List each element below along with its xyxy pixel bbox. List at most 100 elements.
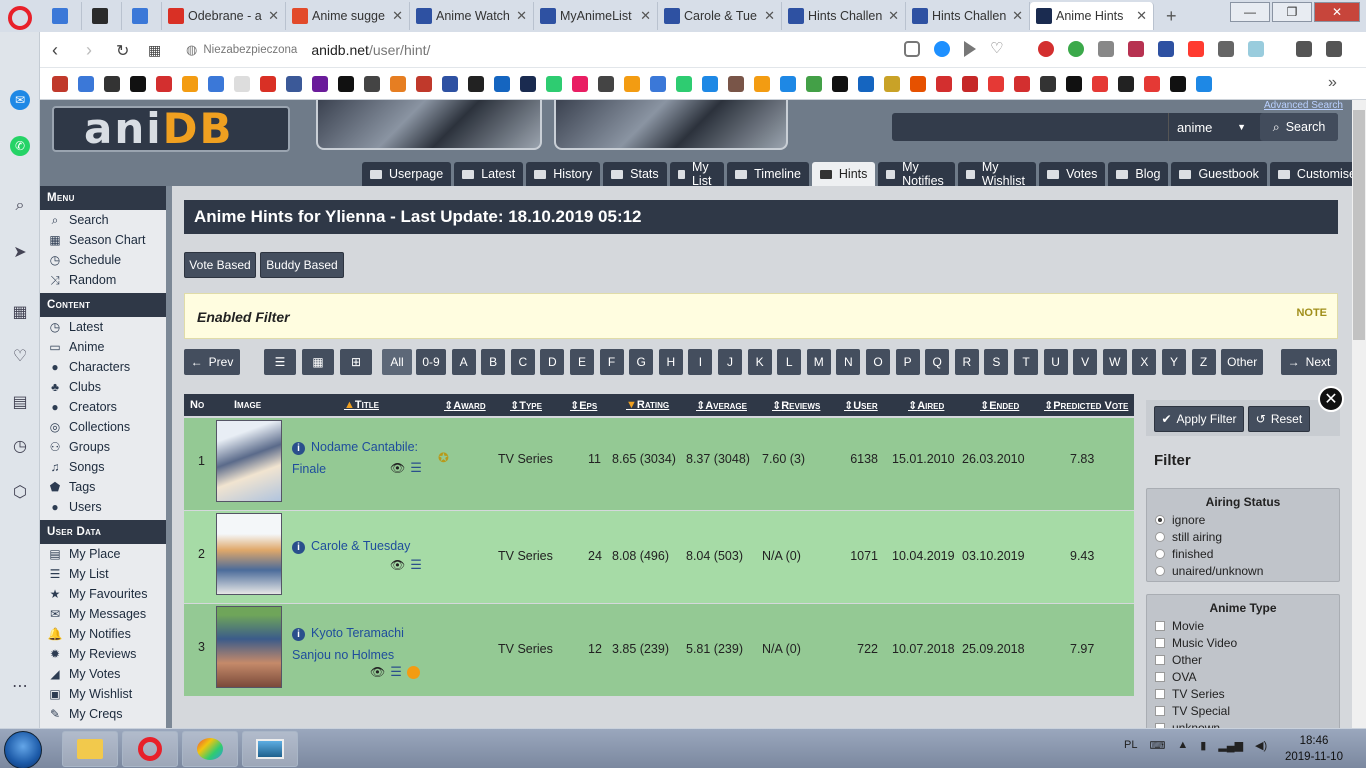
- bookmark-icon[interactable]: [884, 76, 900, 92]
- add-to-list-icon[interactable]: ☰: [410, 460, 422, 475]
- anime-type-option[interactable]: unknown: [1147, 719, 1339, 728]
- col-average[interactable]: ⇕Average: [696, 399, 747, 412]
- letter-filter-button[interactable]: H: [658, 349, 683, 375]
- anime-type-option[interactable]: TV Series: [1147, 685, 1339, 702]
- nav-tab[interactable]: Userpage: [362, 162, 452, 186]
- search-button[interactable]: ⌕ Search: [1260, 113, 1338, 141]
- browser-tab[interactable]: Carole & Tue ✕: [658, 2, 782, 30]
- advanced-search-link[interactable]: Advanced Search: [1264, 100, 1343, 111]
- bookmark-icon[interactable]: [52, 76, 68, 92]
- browser-tab[interactable]: Hints Challen ✕: [782, 2, 906, 30]
- col-rating[interactable]: ▼Rating: [626, 399, 669, 411]
- bookmark-icon[interactable]: [104, 76, 120, 92]
- nav-tab[interactable]: Votes: [1039, 162, 1106, 186]
- letter-filter-button[interactable]: E: [570, 349, 594, 375]
- col-type[interactable]: ⇕Type: [510, 399, 542, 412]
- camera-icon[interactable]: [904, 41, 920, 57]
- nav-tab[interactable]: My Wishlist: [958, 160, 1037, 188]
- letter-filter-button[interactable]: Y: [1162, 349, 1186, 375]
- bookmark-icon[interactable]: [286, 76, 302, 92]
- airing-status-option[interactable]: unaired/unknown: [1147, 562, 1339, 579]
- bookmark-icon[interactable]: [468, 76, 484, 92]
- adblock-icon[interactable]: [1038, 41, 1054, 57]
- watch-icon[interactable]: 👁: [370, 665, 385, 679]
- url-field[interactable]: ◍ Niezabezpieczona anidb.net /user/hint/: [186, 39, 966, 61]
- anidb-logo[interactable]: aniDB: [52, 106, 290, 152]
- col-award[interactable]: ⇕Award: [444, 399, 486, 412]
- col-eps[interactable]: ⇕Eps: [570, 399, 597, 412]
- bookmark-icon[interactable]: [1170, 76, 1186, 92]
- search-type-select[interactable]: anime ▼: [1168, 113, 1254, 141]
- anime-type-option[interactable]: OVA: [1147, 668, 1339, 685]
- anime-title-link[interactable]: Nodame Cantabile:: [311, 440, 418, 454]
- download-extension-icon[interactable]: [1098, 41, 1114, 57]
- crunchyroll-icon[interactable]: [406, 666, 420, 680]
- col-reviews[interactable]: ⇕Reviews: [772, 399, 820, 412]
- tab-close-icon[interactable]: ✕: [640, 8, 651, 24]
- bookmark-icon[interactable]: [1014, 76, 1030, 92]
- menu-item[interactable]: ● Users: [40, 497, 166, 517]
- watch-icon[interactable]: 👁: [390, 461, 405, 475]
- letter-filter-button[interactable]: Z: [1191, 349, 1216, 375]
- bookmark-icon[interactable]: [780, 76, 796, 92]
- new-tab-button[interactable]: +: [1166, 6, 1177, 27]
- col-user[interactable]: ⇕User: [844, 399, 878, 412]
- airing-status-option[interactable]: ignore: [1147, 511, 1339, 528]
- letter-filter-button[interactable]: P: [895, 349, 920, 375]
- downloads-icon[interactable]: [1296, 41, 1312, 57]
- letter-filter-button[interactable]: K: [747, 349, 772, 375]
- nav-tab[interactable]: Latest: [454, 162, 524, 186]
- menu-item[interactable]: ◷ Latest: [40, 317, 166, 337]
- menu-item[interactable]: ▭ Anime: [40, 337, 166, 357]
- browser-tab[interactable]: Anime Watch ✕: [410, 2, 534, 30]
- menu-item[interactable]: ✹ My Reviews: [40, 644, 166, 664]
- anime-thumbnail[interactable]: [216, 606, 282, 688]
- bookmark-icon[interactable]: [520, 76, 536, 92]
- radio-button[interactable]: [1155, 565, 1165, 576]
- checkbox[interactable]: [1155, 688, 1165, 699]
- nav-tab[interactable]: My List: [669, 160, 725, 188]
- nav-tab[interactable]: Guestbook: [1171, 162, 1267, 186]
- award-icon[interactable]: ✪: [438, 450, 449, 466]
- bookmark-icon[interactable]: [234, 76, 250, 92]
- col-ended[interactable]: ⇕Ended: [980, 399, 1019, 412]
- anime-title-link-cont[interactable]: Sanjou no Holmes: [292, 648, 394, 662]
- menu-item[interactable]: ✉ My Messages: [40, 604, 166, 624]
- device-icon[interactable]: ▮: [1200, 739, 1206, 752]
- anime-thumbnail[interactable]: [216, 513, 282, 595]
- checkbox[interactable]: [1155, 705, 1165, 716]
- bookmark-icon[interactable]: [1196, 76, 1212, 92]
- bookmark-icon[interactable]: [728, 76, 744, 92]
- history-icon[interactable]: ◷: [10, 436, 30, 456]
- browser-tab[interactable]: Hints Challen ✕: [906, 2, 1030, 30]
- opera-logo-icon[interactable]: [8, 6, 32, 30]
- minimize-icon[interactable]: —: [1230, 2, 1270, 22]
- extension-green-icon[interactable]: [1068, 41, 1084, 57]
- menu-item[interactable]: ⤨ Random: [40, 270, 166, 290]
- menu-item[interactable]: ⌕ Search: [40, 210, 166, 230]
- letter-filter-button[interactable]: J: [718, 349, 742, 375]
- heart-icon[interactable]: ♡: [990, 41, 1006, 57]
- letter-filter-button[interactable]: M: [806, 349, 831, 375]
- start-button[interactable]: [4, 731, 42, 768]
- bookmark-icon[interactable]: [208, 76, 224, 92]
- more-icon[interactable]: ⋯: [10, 676, 30, 696]
- menu-item[interactable]: ● Characters: [40, 357, 166, 377]
- bookmark-icon[interactable]: [858, 76, 874, 92]
- note-label[interactable]: NOTE: [1296, 307, 1327, 319]
- nav-tab[interactable]: My Notifies: [878, 160, 956, 188]
- letter-filter-button[interactable]: O: [866, 349, 890, 375]
- letter-filter-button[interactable]: N: [836, 349, 861, 375]
- bookmark-icon[interactable]: [546, 76, 562, 92]
- bookmark-icon[interactable]: [702, 76, 718, 92]
- letter-filter-button[interactable]: F: [599, 349, 624, 375]
- letter-filter-button[interactable]: W: [1102, 349, 1127, 375]
- bookmark-icon[interactable]: [312, 76, 328, 92]
- bookmark-icon[interactable]: [182, 76, 198, 92]
- watch-icon[interactable]: 👁: [390, 558, 405, 572]
- radio-button[interactable]: [1155, 548, 1165, 559]
- grid-view-button[interactable]: ▦: [302, 349, 334, 375]
- bookmark-icon[interactable]: [962, 76, 978, 92]
- menu-item[interactable]: ▦ Season Chart: [40, 230, 166, 250]
- photos-taskbar-button[interactable]: [242, 731, 298, 767]
